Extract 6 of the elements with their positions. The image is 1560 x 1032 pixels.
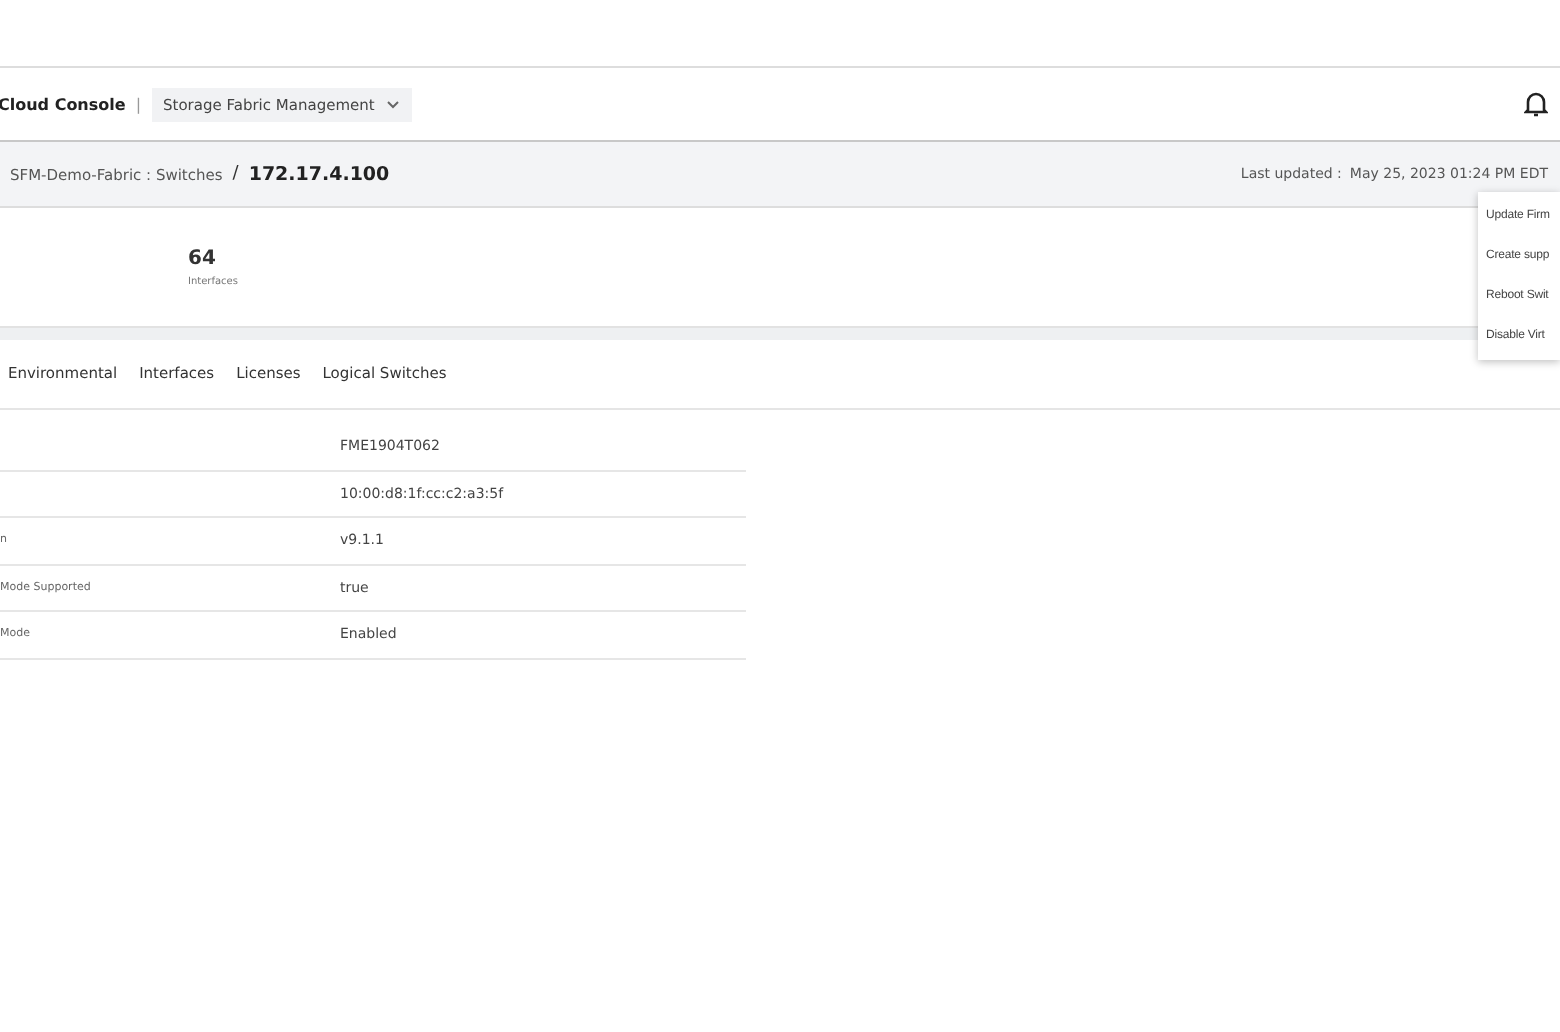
page-title: 172.17.4.100 [248,163,390,185]
breadcrumb-separator: / [232,164,239,184]
separator: | [135,95,142,113]
notifications-bell-icon[interactable] [1524,90,1548,118]
caret-icon [386,99,401,109]
stat-value: 64 [188,247,218,269]
